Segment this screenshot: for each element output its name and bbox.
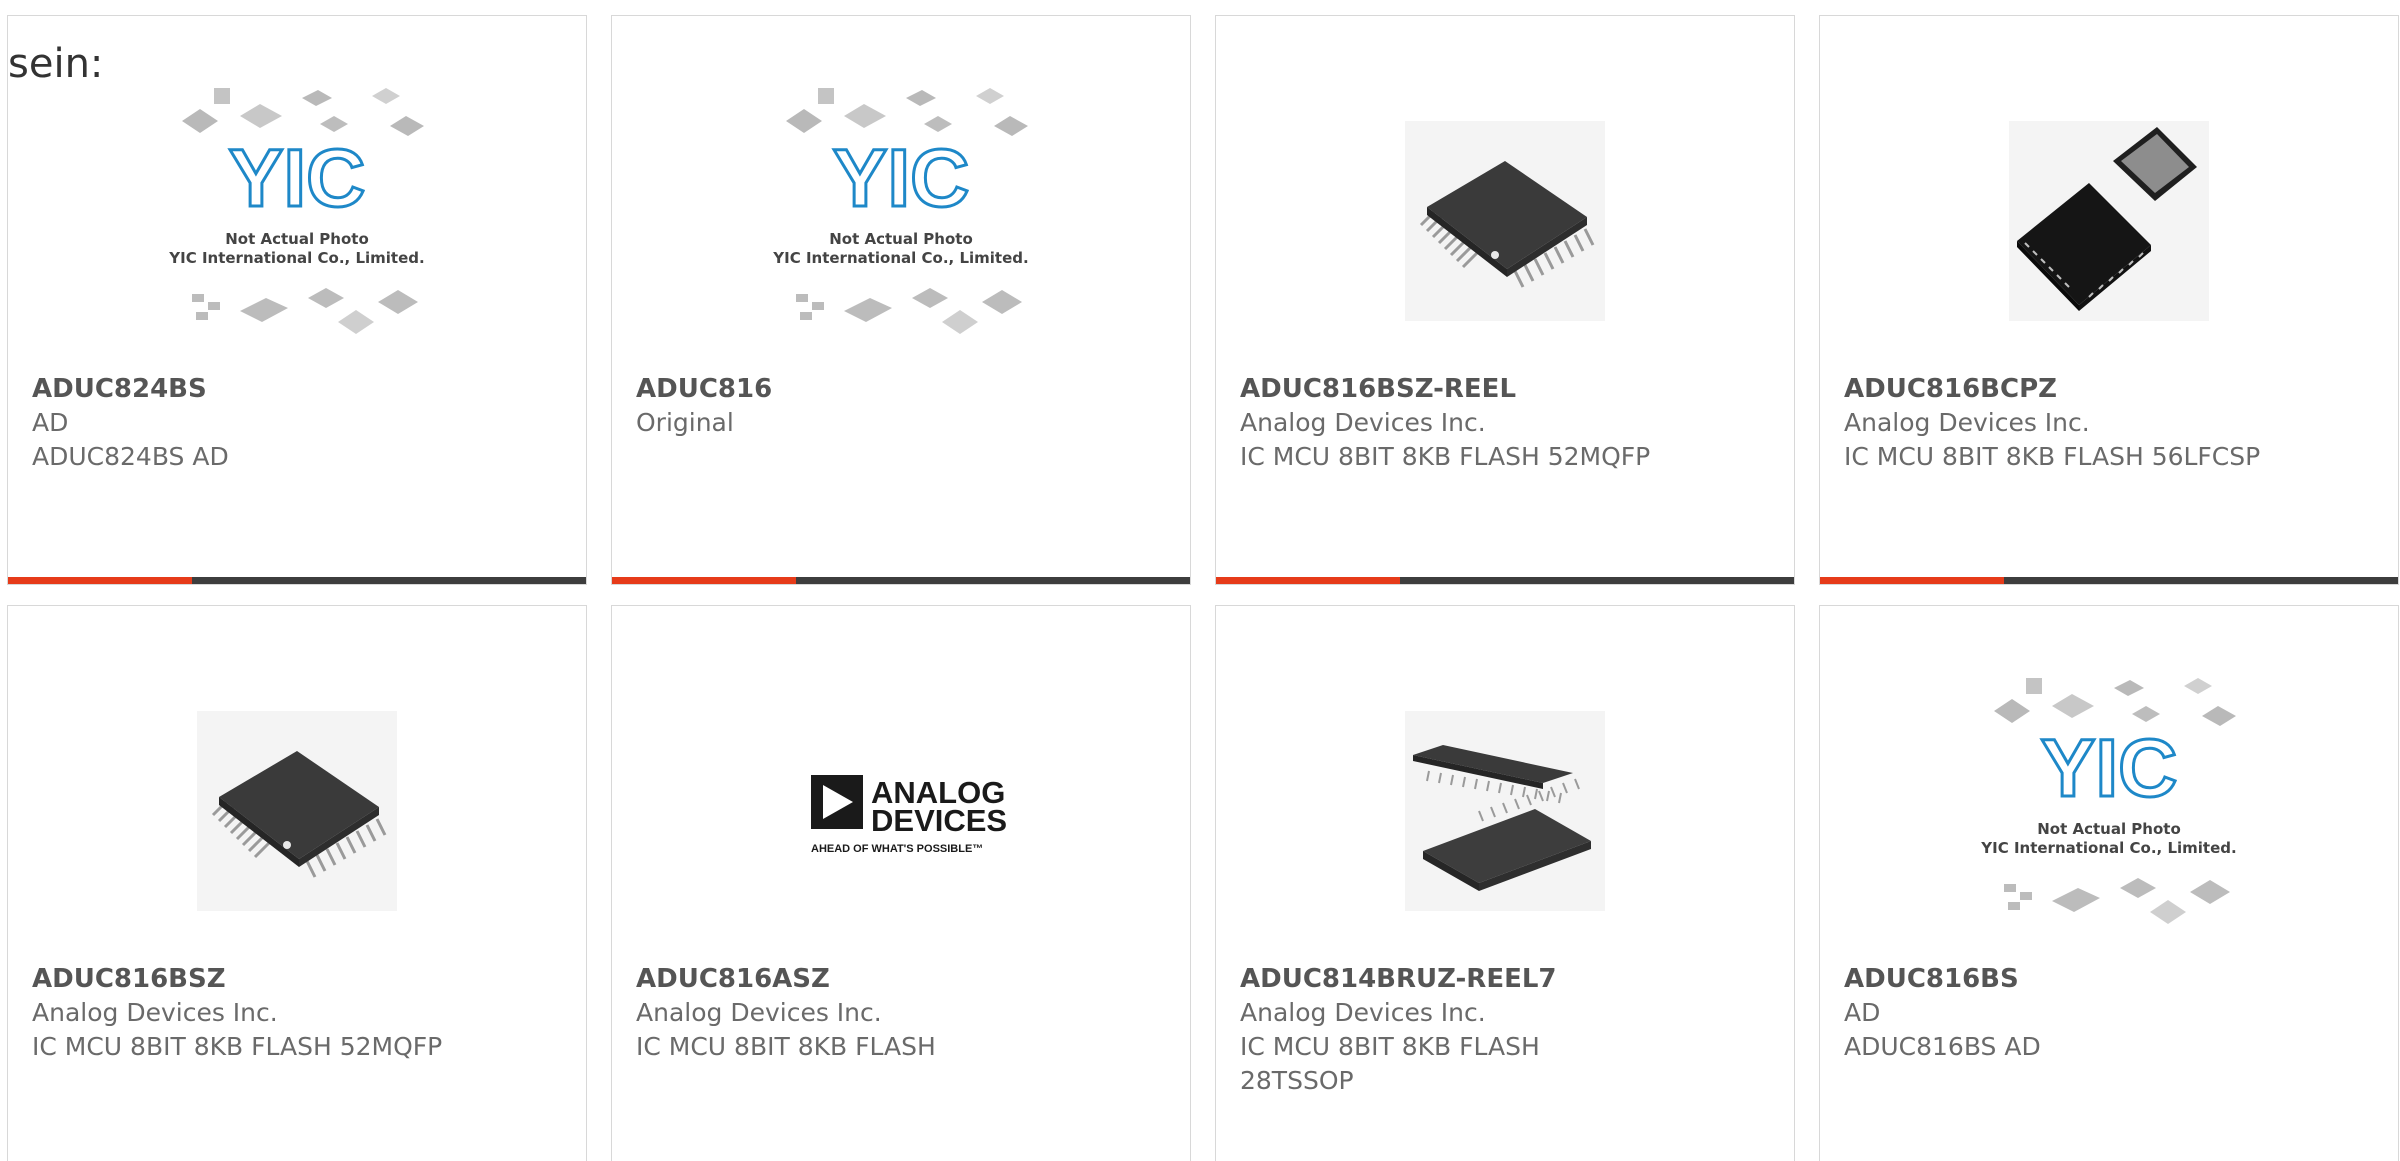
placeholder-caption-1: Not Actual Photo [225,230,369,248]
analog-logo-line2: DEVICES [871,803,1007,838]
part-number[interactable]: ADUC816BCPZ [1844,372,2382,406]
card-bottom-bar-accent [1820,577,2004,584]
card-bottom-bar-accent [612,577,796,584]
part-number[interactable]: ADUC814BRUZ-REEL7 [1240,962,1778,996]
card-bottom-bar-accent [8,577,192,584]
manufacturer: Original [636,408,734,437]
manufacturer: AD [32,408,69,437]
product-card[interactable]: YIC Not Actual Photo YIC International C… [7,15,587,585]
placeholder-caption-2: YIC International Co., Limited. [1980,839,2236,857]
card-bottom-bar [1820,577,2398,584]
product-image[interactable]: YIC Not Actual Photo YIC International C… [612,76,1190,366]
description: IC MCU 8BIT 8KB FLASH 52MQFP [32,1032,443,1061]
description: ADUC824BS AD [32,442,229,471]
placeholder-caption-1: Not Actual Photo [829,230,973,248]
product-image[interactable] [1820,76,2398,366]
yic-logo-text: YIC [2041,723,2178,814]
product-card[interactable]: ADUC816BCPZ Analog Devices Inc. IC MCU 8… [1819,15,2399,585]
product-card[interactable]: YIC Not Actual Photo YIC International C… [1819,605,2399,1161]
product-image[interactable]: ANALOG DEVICES AHEAD OF WHAT'S POSSIBLE™ [612,666,1190,956]
part-number[interactable]: ADUC816BSZ-REEL [1240,372,1778,406]
manufacturer: Analog Devices Inc. [1240,408,1486,437]
part-number[interactable]: ADUC824BS [32,372,570,406]
placeholder-caption-1: Not Actual Photo [2037,820,2181,838]
description: IC MCU 8BIT 8KB FLASH 56LFCSP [1844,442,2261,471]
qfp-chip-photo [197,711,397,911]
placeholder-caption-2: YIC International Co., Limited. [772,249,1028,267]
manufacturer: AD [1844,998,1881,1027]
yic-logo-text: YIC [833,133,970,224]
part-number[interactable]: ADUC816ASZ [636,962,1174,996]
card-bottom-bar [612,577,1190,584]
card-bottom-bar [8,577,586,584]
part-number[interactable]: ADUC816BS [1844,962,2382,996]
manufacturer: Analog Devices Inc. [32,998,278,1027]
manufacturer: Analog Devices Inc. [636,998,882,1027]
product-card[interactable]: ANALOG DEVICES AHEAD OF WHAT'S POSSIBLE™… [611,605,1191,1161]
product-image[interactable] [1216,76,1794,366]
product-card[interactable]: ADUC814BRUZ-REEL7 Analog Devices Inc. IC… [1215,605,1795,1161]
yic-placeholder-image: YIC Not Actual Photo YIC International C… [1980,678,2237,924]
yic-logo-text: YIC [229,133,366,224]
part-number[interactable]: ADUC816 [636,372,1174,406]
yic-placeholder-image: YIC Not Actual Photo YIC International C… [772,88,1029,334]
product-image[interactable]: YIC Not Actual Photo YIC International C… [1820,666,2398,956]
lfcsp-chip-photo [2009,121,2209,321]
card-bottom-bar-accent [1216,577,1400,584]
product-grid-page: sein: YIC Not Actual Photo YIC Internati… [0,0,2400,1161]
manufacturer: Analog Devices Inc. [1240,998,1486,1027]
product-image[interactable]: YIC Not Actual Photo YIC International C… [8,76,586,366]
placeholder-caption-2: YIC International Co., Limited. [168,249,424,267]
description: ADUC816BS AD [1844,1032,2041,1061]
description: IC MCU 8BIT 8KB FLASH [636,1032,936,1061]
product-image[interactable] [1216,666,1794,956]
tssop-chip-photo [1405,711,1605,911]
card-bottom-bar [1216,577,1794,584]
product-card[interactable]: ADUC816BSZ Analog Devices Inc. IC MCU 8B… [7,605,587,1161]
product-card[interactable]: YIC Not Actual Photo YIC International C… [611,15,1191,585]
qfp-chip-photo [1405,121,1605,321]
yic-placeholder-image: YIC Not Actual Photo YIC International C… [168,88,425,334]
description: IC MCU 8BIT 8KB FLASH 28TSSOP [1240,1032,1540,1095]
product-image[interactable] [8,666,586,956]
intro-text: sein: [8,41,104,87]
part-number[interactable]: ADUC816BSZ [32,962,570,996]
analog-logo-tagline: AHEAD OF WHAT'S POSSIBLE™ [811,843,983,855]
product-card[interactable]: ADUC816BSZ-REEL Analog Devices Inc. IC M… [1215,15,1795,585]
manufacturer: Analog Devices Inc. [1844,408,2090,437]
analog-devices-logo: ANALOG DEVICES AHEAD OF WHAT'S POSSIBLE™ [811,775,1007,855]
description: IC MCU 8BIT 8KB FLASH 52MQFP [1240,442,1651,471]
